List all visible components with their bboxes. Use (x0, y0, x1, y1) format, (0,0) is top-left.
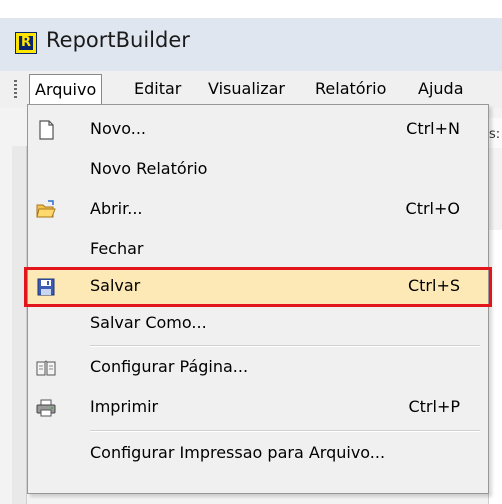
app-icon-letter: R (19, 35, 33, 50)
menu-arquivo[interactable]: Arquivo (29, 74, 103, 104)
menu-ajuda[interactable]: Ajuda (413, 74, 469, 104)
menu-item-imprimir[interactable]: Imprimir Ctrl+P (28, 390, 488, 426)
menu-item-configurar-impressao-arquivo[interactable]: Configurar Impressao para Arquivo... (28, 436, 488, 472)
menu-separator (90, 430, 480, 432)
menu-item-label: Fechar (90, 239, 144, 258)
menu-item-label: Imprimir (90, 397, 159, 416)
menu-item-shortcut: Ctrl+O (405, 199, 460, 218)
workspace-fragment-text: s: (489, 127, 501, 142)
menu-item-label: Abrir... (90, 199, 143, 218)
menu-item-configurar-pagina[interactable]: Configurar Página... (28, 350, 488, 386)
menu-relatorio[interactable]: Relatório (310, 74, 391, 104)
new-document-icon (39, 120, 54, 140)
menu-item-salvar-como[interactable]: Salvar Como... (28, 306, 488, 342)
menu-item-label: Novo Relatório (90, 159, 208, 178)
menu-item-shortcut: Ctrl+N (406, 119, 460, 138)
menu-item-novo-relatorio[interactable]: Novo Relatório (28, 152, 488, 188)
menu-visualizar[interactable]: Visualizar (203, 74, 290, 104)
menu-item-fechar[interactable]: Fechar (28, 232, 488, 268)
report-app-icon[interactable]: R (15, 32, 37, 54)
menu-item-label: Salvar Como... (90, 313, 207, 332)
page-setup-icon (36, 360, 56, 376)
open-folder-icon (36, 200, 56, 218)
menu-separator (90, 345, 480, 347)
menu-item-label: Configurar Página... (90, 357, 249, 376)
printer-icon (36, 399, 56, 417)
menubar-grip[interactable] (14, 80, 17, 100)
menu-item-label: Configurar Impressao para Arquivo... (90, 443, 386, 462)
window-title: ReportBuilder (46, 28, 190, 52)
menu-editar[interactable]: Editar (129, 74, 186, 104)
menu-item-shortcut: Ctrl+P (408, 397, 460, 416)
annotation-highlight-box (24, 267, 492, 307)
menu-item-novo[interactable]: Novo... Ctrl+N (28, 112, 488, 148)
top-strip (0, 0, 502, 18)
workspace-left-panel (12, 146, 27, 504)
menu-item-abrir[interactable]: Abrir... Ctrl+O (28, 192, 488, 228)
menu-item-label: Novo... (90, 119, 146, 138)
